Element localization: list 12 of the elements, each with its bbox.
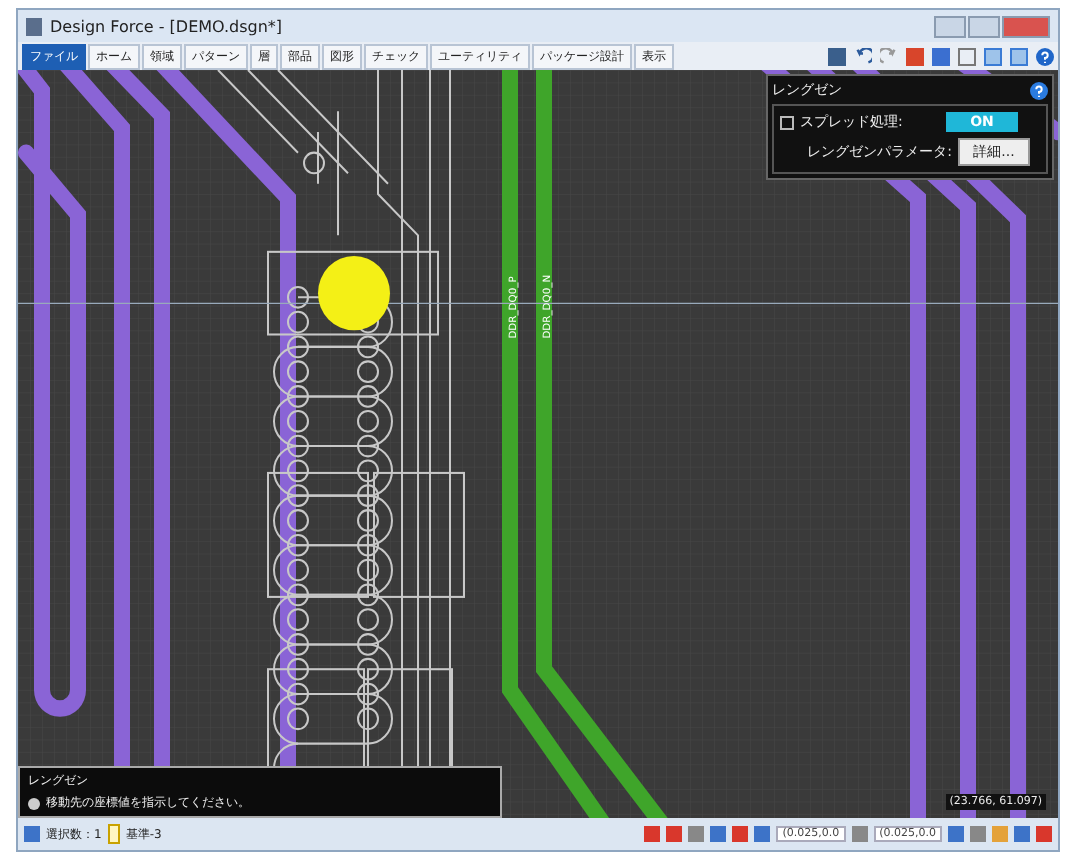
minimize-button[interactable] bbox=[934, 15, 966, 37]
redo-icon[interactable] bbox=[880, 47, 898, 65]
layer-icon bbox=[107, 824, 120, 844]
toolbar-icon[interactable] bbox=[851, 826, 868, 842]
undo-icon[interactable] bbox=[854, 47, 872, 65]
window-title: Design Force - [DEMO.dsgn*] bbox=[50, 17, 283, 35]
maximize-button[interactable] bbox=[968, 15, 1000, 37]
help-icon[interactable] bbox=[1030, 81, 1048, 99]
checkbox-icon bbox=[780, 115, 794, 129]
info-icon bbox=[28, 797, 40, 809]
close-button[interactable] bbox=[1002, 15, 1050, 37]
app-icon bbox=[26, 17, 42, 35]
